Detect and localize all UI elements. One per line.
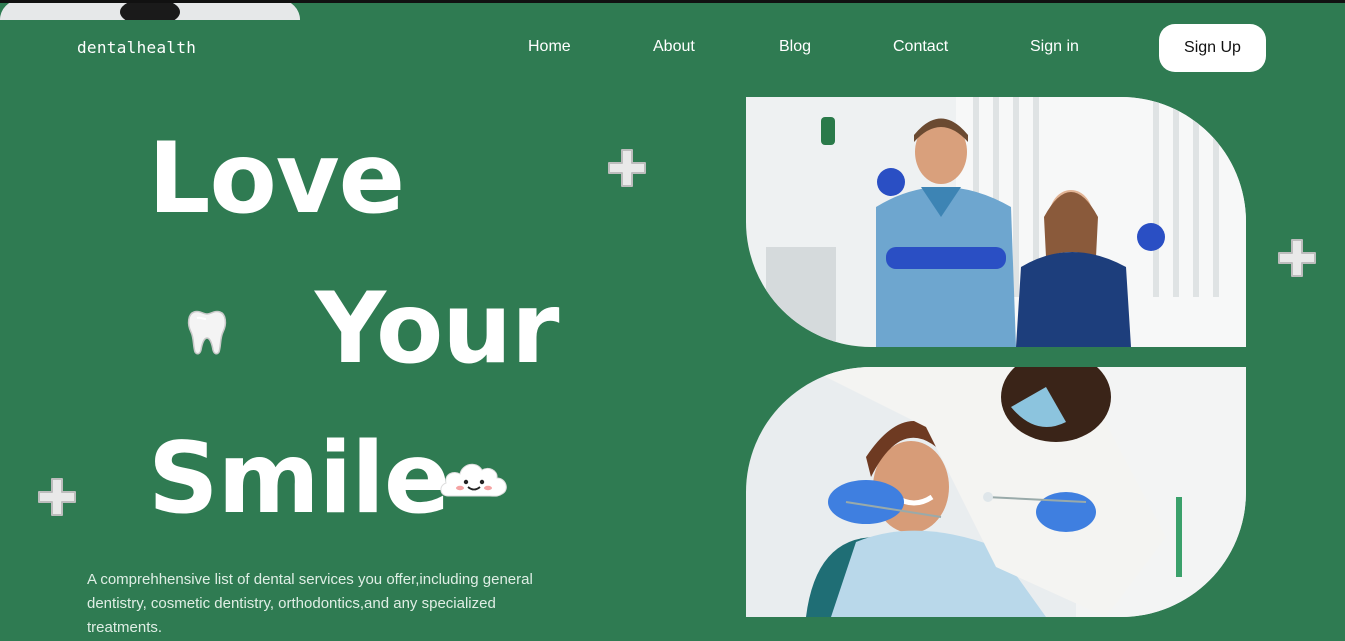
plus-icon [38, 478, 76, 516]
top-border [0, 0, 1345, 3]
dental-checkup-photo [746, 367, 1246, 617]
cloud-smile-icon [440, 463, 507, 497]
plus-icon [608, 149, 646, 187]
hero-line-love: Love [148, 122, 405, 236]
third-photo-partial [0, 0, 300, 20]
nav-blog[interactable]: Blog [779, 38, 811, 56]
nav-contact[interactable]: Contact [893, 38, 948, 56]
nav-home[interactable]: Home [528, 38, 571, 56]
dentists-team-photo [746, 97, 1246, 347]
plus-icon [1278, 239, 1316, 277]
nav-sign-in[interactable]: Sign in [1030, 38, 1079, 56]
brand-logo[interactable]: dentalhealth [77, 38, 196, 57]
nav-about[interactable]: About [653, 38, 695, 56]
hero-line-your: Your [315, 272, 559, 386]
tooth-icon [187, 310, 227, 355]
sign-up-button[interactable]: Sign Up [1159, 24, 1266, 72]
hero-description: A comprehhensive list of dental services… [87, 571, 533, 636]
hero-line-smile: Smile [148, 422, 450, 536]
